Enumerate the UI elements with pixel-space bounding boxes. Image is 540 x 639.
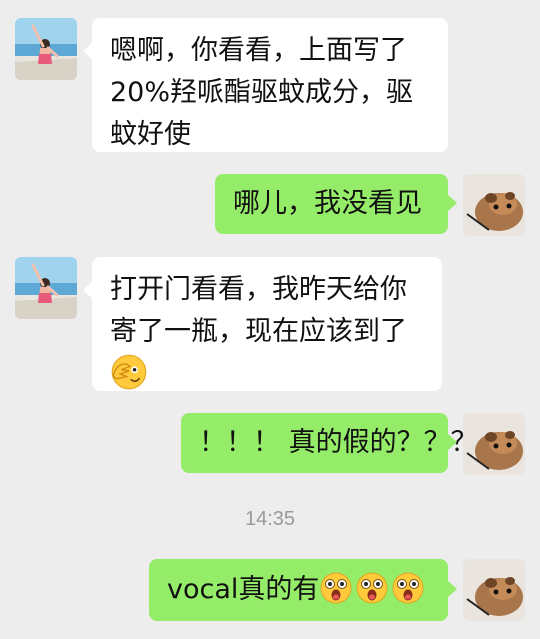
facepalm-peek-emoji-icon [111,354,147,390]
outgoing-message-bubble[interactable]: 哪儿，我没看见 [215,174,457,234]
self-avatar[interactable] [463,559,525,621]
bubble-tail [447,194,457,212]
message-line: 寄了一瓶，现在应该到了 [110,316,407,347]
message-text: ！！！ 真的假的？？？ [199,427,478,458]
girl-on-boat-avatar-icon [15,18,77,80]
message-timestamp: 14:35 [244,508,296,530]
message-line: 嗯啊，你看看，上面写了 [110,35,407,66]
message-line: 打开门看看，我昨天给你 [110,274,407,305]
hamster-avatar-icon [463,413,525,475]
message-line: 蚊好使 [110,119,191,150]
message-text: vocal真的有 [167,574,320,605]
self-avatar[interactable] [463,413,525,475]
outgoing-message-bubble[interactable]: ！！！ 真的假的？？？ [181,413,478,473]
outgoing-message-bubble[interactable]: vocal真的有 [149,559,457,621]
contact-avatar[interactable] [15,257,77,319]
message-text: 哪儿，我没看见 [233,188,422,219]
contact-avatar[interactable] [15,18,77,80]
bubble-tail [447,433,457,451]
bubble-tail [83,42,93,60]
self-avatar[interactable] [463,174,525,236]
shocked-face-emoji-icon [320,572,352,604]
bubble-tail [447,580,457,598]
shocked-face-emoji-icon [356,572,388,604]
incoming-message-bubble[interactable]: 打开门看看，我昨天给你 寄了一瓶，现在应该到了 [83,257,442,391]
message-emoji-line [110,353,424,395]
girl-on-boat-avatar-icon [15,257,77,319]
message-line: 20%羟哌酯驱蚊成分，驱 [110,77,414,108]
hamster-avatar-icon [463,559,525,621]
shocked-face-emoji-icon [392,572,424,604]
hamster-avatar-icon [463,174,525,236]
bubble-tail [83,281,93,299]
incoming-message-bubble[interactable]: 嗯啊，你看看，上面写了 20%羟哌酯驱蚊成分，驱 蚊好使 [83,18,448,152]
